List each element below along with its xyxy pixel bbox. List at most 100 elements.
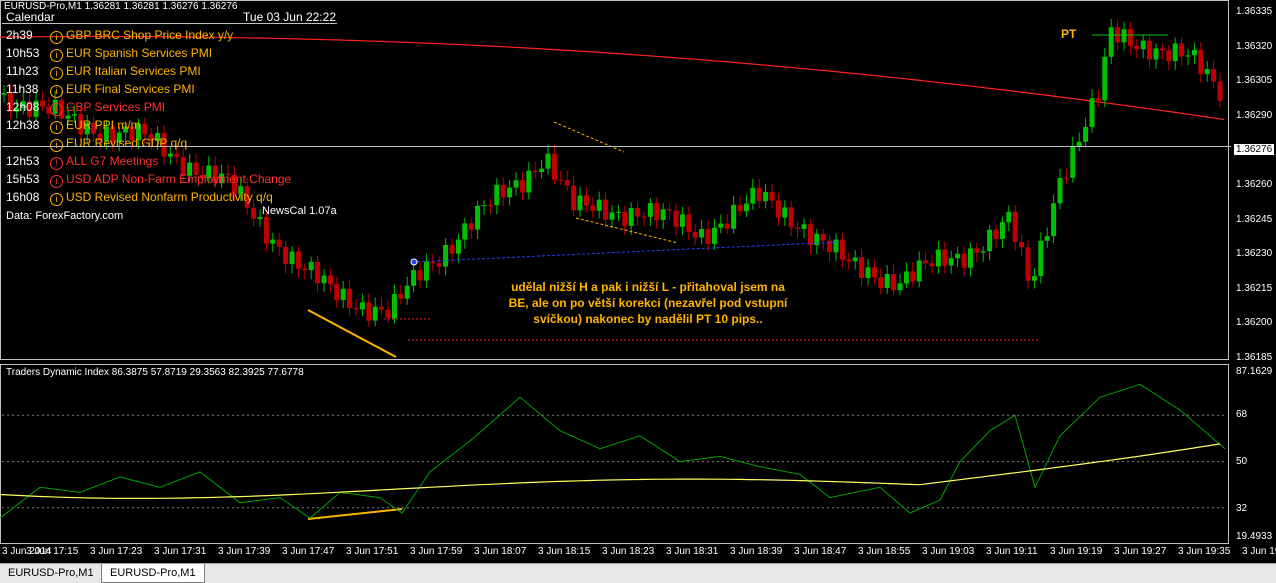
candle-body bbox=[1095, 98, 1101, 101]
news-time: 10h53 bbox=[6, 46, 40, 60]
candle-body bbox=[295, 251, 301, 269]
chart-window[interactable]: EURUSD-Pro,M1 1.36281 1.36281 1.36276 1.… bbox=[0, 0, 1276, 563]
time-axis-label: 3 Jun 17:59 bbox=[410, 546, 463, 557]
candle-body bbox=[353, 307, 359, 310]
candle-body bbox=[635, 208, 641, 217]
candle-body bbox=[820, 233, 826, 241]
candle-body bbox=[468, 223, 474, 230]
candle-body bbox=[980, 251, 986, 253]
time-axis-label: 3 Jun 19:03 bbox=[922, 546, 975, 557]
candle-body bbox=[711, 227, 717, 244]
candle-body bbox=[590, 205, 596, 211]
candle-body bbox=[763, 192, 769, 202]
news-event: i EUR Revised GDP q/q bbox=[2, 134, 337, 152]
candle-body bbox=[1198, 49, 1204, 75]
candle-body bbox=[455, 239, 461, 254]
chart-tabbar: EURUSD-Pro,M1 EURUSD-Pro,M1 bbox=[0, 563, 1276, 583]
candle-body bbox=[289, 251, 295, 265]
candle-body bbox=[507, 187, 513, 198]
time-axis-label: 3 Jun 19:11 bbox=[986, 546, 1038, 557]
time-axis-label: 3 Jun 17:47 bbox=[282, 546, 335, 557]
candle-body bbox=[839, 239, 845, 260]
candle-body bbox=[404, 285, 410, 299]
info-icon: i bbox=[50, 49, 63, 62]
candle-body bbox=[935, 249, 941, 267]
candle-body bbox=[929, 263, 935, 267]
indicator-axis-label: 50 bbox=[1236, 456, 1248, 467]
candle-body bbox=[769, 192, 775, 201]
candle-body bbox=[1102, 56, 1108, 101]
newscal-label: NewsCal 1.07a bbox=[262, 205, 337, 217]
candle-body bbox=[379, 306, 385, 310]
indicator-axis-label: 68 bbox=[1236, 409, 1248, 420]
candle-body bbox=[731, 204, 737, 229]
time-axis-label: 3 Jun 17:51 bbox=[346, 546, 399, 557]
candle-body bbox=[987, 229, 993, 252]
news-label: EUR Spanish Services PMI bbox=[66, 46, 213, 60]
candle-body bbox=[737, 204, 743, 212]
candle-body bbox=[603, 199, 609, 220]
chart-tab-active[interactable]: EURUSD-Pro,M1 bbox=[101, 564, 205, 583]
candle-body bbox=[795, 227, 801, 229]
news-calendar: Calendar Tue 03 Jun 22:22 2h39 i GBP BRC S… bbox=[2, 2, 337, 222]
candle-body bbox=[641, 216, 647, 218]
candle-body bbox=[1191, 49, 1197, 56]
candle-body bbox=[1108, 27, 1114, 57]
candle-body bbox=[539, 168, 545, 172]
candle-body bbox=[417, 270, 423, 281]
candle-body bbox=[1038, 240, 1044, 276]
price-axis-label: 1.36290 bbox=[1236, 109, 1273, 121]
info-icon: i bbox=[50, 67, 63, 80]
candle-body bbox=[1051, 203, 1057, 237]
candle-body bbox=[967, 248, 973, 268]
candle-body bbox=[462, 223, 468, 240]
candle-body bbox=[1070, 146, 1076, 178]
candle-body bbox=[385, 309, 391, 319]
trade-annotation: udělal nižší H a pak i nižší L - přitaho… bbox=[498, 279, 798, 327]
news-event: 12h38 i EUR PPI m/m bbox=[2, 116, 337, 134]
entry-line bbox=[411, 241, 841, 263]
candle-body bbox=[359, 302, 365, 310]
candle-body bbox=[750, 187, 756, 204]
candle-body bbox=[1025, 247, 1031, 281]
candle-body bbox=[718, 223, 724, 228]
news-event: 11h38 i EUR Final Services PMI bbox=[2, 80, 337, 98]
candle-body bbox=[302, 268, 308, 271]
candle-body bbox=[411, 270, 417, 286]
candle-body bbox=[347, 288, 353, 308]
candle-body bbox=[398, 294, 404, 299]
candle-body bbox=[699, 229, 705, 238]
candle-body bbox=[1159, 48, 1165, 51]
news-source: Data: ForexFactory.com bbox=[6, 210, 124, 222]
candle-body bbox=[583, 195, 589, 206]
candle-body bbox=[449, 245, 455, 254]
chart-tab[interactable]: EURUSD-Pro,M1 bbox=[0, 564, 102, 583]
candle-body bbox=[487, 205, 493, 207]
candle-body bbox=[667, 209, 673, 211]
candle-body bbox=[1121, 29, 1127, 43]
candle-body bbox=[846, 259, 852, 262]
news-event: 2h39 i GBP BRC Shop Price Index y/y bbox=[2, 26, 337, 44]
candle-body bbox=[852, 257, 858, 262]
indicator-axis-label: 87.1629 bbox=[1236, 366, 1273, 377]
candle-body bbox=[859, 257, 865, 278]
candle-body bbox=[692, 231, 698, 238]
annotation-line: udělal nižší H a pak i nižší L - přitaho… bbox=[511, 280, 785, 294]
news-time: 12h08 bbox=[6, 100, 40, 114]
candle-body bbox=[283, 246, 289, 265]
time-axis-label: 3 Jun 18:07 bbox=[474, 546, 527, 557]
news-time: 16h08 bbox=[6, 190, 40, 204]
candle-body bbox=[609, 212, 615, 220]
candle-body bbox=[327, 275, 333, 285]
candle-body bbox=[1204, 69, 1210, 75]
candle-body bbox=[551, 153, 557, 180]
candle-body bbox=[519, 180, 525, 193]
price-axis-label: 1.36245 bbox=[1236, 213, 1273, 225]
candle-body bbox=[1019, 241, 1025, 248]
time-axis-label: 3 Jun 19:43 bbox=[1242, 546, 1276, 557]
candle-body bbox=[833, 239, 839, 253]
candle-body bbox=[1147, 40, 1153, 60]
candle-body bbox=[923, 260, 929, 264]
candle-body bbox=[334, 284, 340, 301]
candle-body bbox=[1134, 45, 1140, 50]
